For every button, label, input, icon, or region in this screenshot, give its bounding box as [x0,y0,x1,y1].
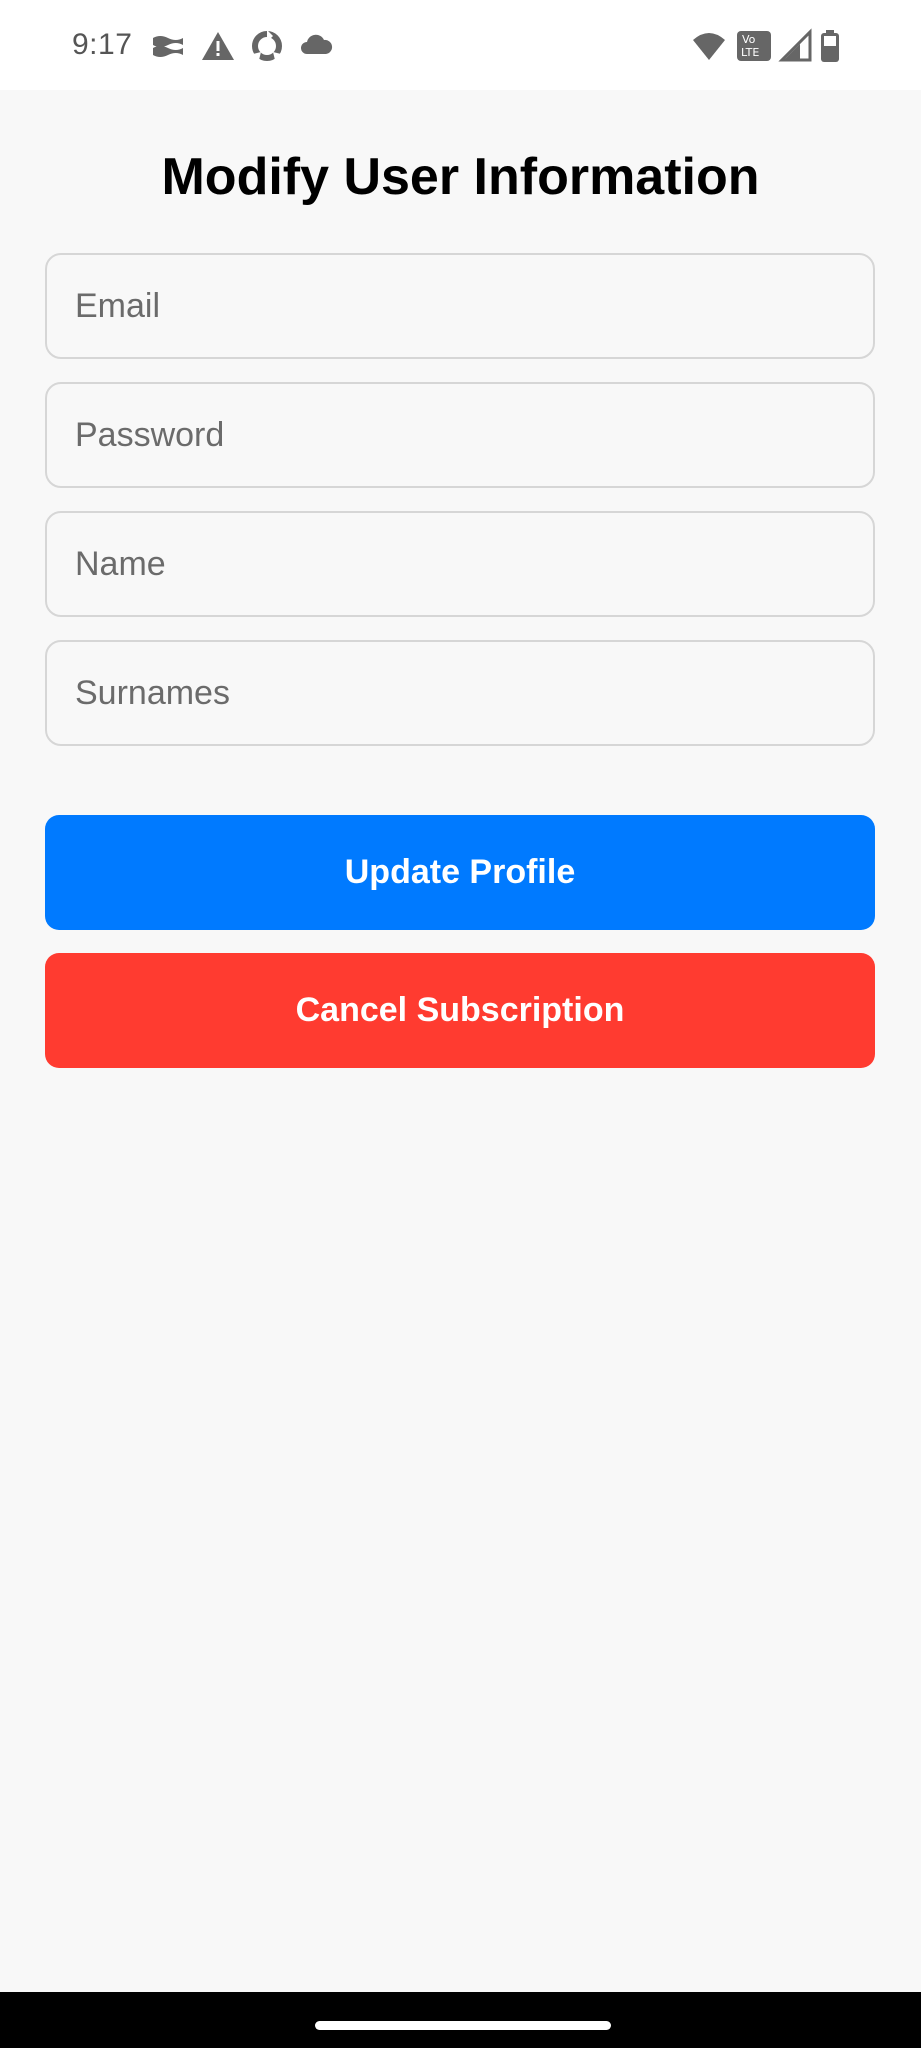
navigation-bar [0,1992,921,2048]
status-bar: 9:17 Vo LTE [0,0,921,90]
cancel-subscription-button[interactable]: Cancel Subscription [45,953,875,1068]
password-field[interactable] [45,382,875,488]
update-profile-button[interactable]: Update Profile [45,815,875,930]
wifi-icon [691,28,727,64]
email-field[interactable] [45,253,875,359]
warning-icon [200,28,236,64]
status-time: 9:17 [72,28,133,61]
profile-form: Modify User Information Update Profile C… [0,90,921,1992]
page-title: Modify User Information [161,148,760,206]
cell-signal-icon [778,28,814,64]
surnames-field[interactable] [45,640,875,746]
wave-flag-icon [150,28,186,64]
battery-icon [818,28,842,64]
sync-ring-icon [249,28,285,64]
volte-bottom-text: LTE [741,46,759,59]
name-field[interactable] [45,511,875,617]
home-indicator[interactable] [315,2021,611,2030]
cloud-icon [298,28,334,64]
volte-icon: Vo LTE [736,28,772,64]
volte-top-text: Vo [742,33,756,46]
